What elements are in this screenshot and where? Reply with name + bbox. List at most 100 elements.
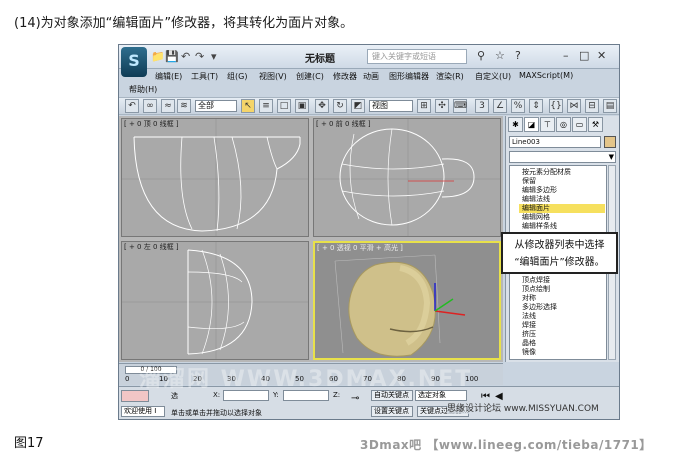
modifier-item[interactable]: 晶格 (522, 339, 536, 348)
save-icon[interactable]: 💾 (165, 50, 179, 63)
instruction-text: (14)为对象添加“编辑面片”修改器，将其转化为面片对象。 (14, 16, 354, 31)
menu-bar: 编辑(E) 工具(T) 组(G) 视图(V) 创建(C) 修改器 动画 图形编辑… (149, 69, 619, 83)
menu-rendering[interactable]: 渲染(R) (436, 71, 464, 82)
viewport-left[interactable]: [ + 0 左 0 线框 ] (121, 241, 309, 360)
modifier-item[interactable]: 保留 (522, 177, 536, 186)
modifier-item[interactable]: 镜像 (522, 348, 536, 357)
spinner-snap-icon[interactable]: ⇕ (529, 99, 543, 113)
select-object-icon[interactable]: ↖ (241, 99, 255, 113)
modify-tab-icon[interactable]: ◪ (524, 117, 539, 132)
help-icon[interactable]: ? (515, 49, 521, 62)
callout-line-2: “编辑面片”修改器。 (514, 257, 605, 268)
modifier-item[interactable]: 编辑法线 (522, 195, 550, 204)
title-bar: 📁 💾 ↶ ↷ ▾ 无标题 键入关键字或短语 ⚲ ☆ ? – □ ✕ (119, 45, 619, 69)
redo-icon[interactable]: ↷ (195, 50, 204, 63)
dropdown-icon[interactable]: ▾ (211, 50, 217, 63)
modifier-item[interactable]: 按元素分配材质 (522, 168, 571, 177)
set-key-button[interactable]: 设置关键点 (371, 406, 413, 417)
key-icon[interactable]: ⊸ (351, 393, 359, 404)
display-tab-icon[interactable]: ▭ (572, 117, 587, 132)
hierarchy-tab-icon[interactable]: ⊤ (540, 117, 555, 132)
max-window: 📁 💾 ↶ ↷ ▾ 无标题 键入关键字或短语 ⚲ ☆ ? – □ ✕ S 编辑(… (118, 44, 620, 420)
mirror-icon[interactable]: ⋈ (567, 99, 581, 113)
modifier-item[interactable]: 对称 (522, 294, 536, 303)
selection-filter-select[interactable]: 全部 (195, 100, 237, 112)
menu-graph-editors[interactable]: 图形编辑器 (389, 71, 429, 82)
open-icon[interactable]: 📁 (151, 50, 165, 63)
modifier-item-selected[interactable]: 编辑面片 (519, 204, 605, 213)
snap-icon[interactable]: 3 (475, 99, 489, 113)
modifier-item[interactable]: 顶点绘制 (522, 285, 550, 294)
pivot-icon[interactable]: ⊞ (417, 99, 431, 113)
modifier-item[interactable]: 编辑样条线 (522, 222, 557, 231)
left-view-wireframe (122, 242, 308, 359)
select-by-name-icon[interactable]: ≡ (259, 99, 273, 113)
menu-view[interactable]: 视图(V) (259, 71, 287, 82)
layer-icon[interactable]: ▤ (603, 99, 617, 113)
align-icon[interactable]: ⊟ (585, 99, 599, 113)
menu-modifiers[interactable]: 修改器 (333, 71, 357, 82)
object-name-field[interactable]: Line003 (509, 136, 601, 148)
modifier-item[interactable]: 挤压 (522, 330, 536, 339)
status-prompt: 单击或单击并拖动以选择对象 (171, 409, 262, 417)
site-watermark: 思缘设计论坛 www.MISSYUAN.COM (447, 401, 599, 414)
close-icon[interactable]: ✕ (597, 49, 606, 62)
undo-icon[interactable]: ↶ (125, 99, 139, 113)
figure-label: 图17 (14, 436, 44, 451)
callout-box: 从修改器列表中选择 “编辑面片”修改器。 (501, 232, 618, 274)
modifier-list-dropdown[interactable]: ▼ (509, 151, 616, 163)
menu-tools[interactable]: 工具(T) (191, 71, 218, 82)
menu-group[interactable]: 组(G) (227, 71, 247, 82)
timeline-tick: 0 (125, 375, 130, 383)
perspective-view (334, 254, 466, 357)
viewport-label: [ + 0 左 0 线框 ] (124, 243, 179, 251)
create-tab-icon[interactable]: ✱ (508, 117, 523, 132)
modifier-item[interactable]: 顶点焊接 (522, 276, 550, 285)
chevron-down-icon: ▼ (608, 153, 614, 161)
viewports: [ + 0 顶 0 线框 ] [ + 0 前 0 线框 ] [+ 0 左 0 … (119, 116, 503, 362)
percent-snap-icon[interactable]: % (511, 99, 525, 113)
window-crossing-icon[interactable]: ▣ (295, 99, 309, 113)
manipulate-icon[interactable]: ✣ (435, 99, 449, 113)
keyboard-shortcut-icon[interactable]: ⌨ (453, 99, 467, 113)
viewport-label: [ + 0 顶 0 线框 ] (124, 120, 179, 128)
undo-icon[interactable]: ↶ (181, 50, 190, 63)
modifier-item[interactable]: 焊接 (522, 321, 536, 330)
rect-selection-icon[interactable]: □ (277, 99, 291, 113)
viewport-front[interactable]: [ + 0 前 0 线框 ] (313, 118, 501, 237)
angle-snap-icon[interactable]: ∠ (493, 99, 507, 113)
callout-line-1: 从修改器列表中选择 (514, 240, 605, 251)
menu-help[interactable]: 帮助(H) (129, 84, 157, 95)
star-icon[interactable]: ☆ (495, 49, 505, 62)
ref-coord-select[interactable]: 视图 (369, 100, 413, 112)
scale-icon[interactable]: ◩ (351, 99, 365, 113)
unlink-icon[interactable]: ≈ (161, 99, 175, 113)
modifier-item[interactable]: 多边形选择 (522, 303, 557, 312)
modifier-item[interactable]: 法线 (522, 312, 536, 321)
menu-create[interactable]: 创建(C) (296, 71, 324, 82)
object-color-swatch[interactable] (604, 136, 616, 148)
maximize-icon[interactable]: □ (579, 49, 589, 62)
move-icon[interactable]: ✥ (315, 99, 329, 113)
motion-tab-icon[interactable]: ◎ (556, 117, 571, 132)
modifier-item[interactable]: 编辑网格 (522, 213, 550, 222)
menu-customize[interactable]: 自定义(U) (475, 71, 511, 82)
search-input[interactable]: 键入关键字或短语 (367, 49, 467, 64)
viewport-top[interactable]: [ + 0 顶 0 线框 ] (121, 118, 309, 237)
viewport-perspective[interactable]: [ + 0 透视 0 平滑 + 高光 ] (313, 241, 501, 360)
bind-icon[interactable]: ≋ (177, 99, 191, 113)
minimize-icon[interactable]: – (563, 49, 569, 62)
modifier-item[interactable]: 编辑多边形 (522, 186, 557, 195)
menu-maxscript[interactable]: MAXScript(M) (519, 71, 573, 80)
window-title: 无标题 (305, 54, 335, 65)
welcome-field: 欢迎使用 I (121, 406, 165, 417)
top-view-wireframe (122, 119, 308, 236)
rotate-icon[interactable]: ↻ (333, 99, 347, 113)
menu-animation[interactable]: 动画 (363, 71, 379, 82)
app-logo-icon[interactable]: S (121, 47, 147, 77)
menu-edit[interactable]: 编辑(E) (155, 71, 182, 82)
named-sets-icon[interactable]: {} (549, 99, 563, 113)
binoculars-icon[interactable]: ⚲ (477, 49, 485, 62)
link-icon[interactable]: ∞ (143, 99, 157, 113)
utilities-tab-icon[interactable]: ⚒ (588, 117, 603, 132)
